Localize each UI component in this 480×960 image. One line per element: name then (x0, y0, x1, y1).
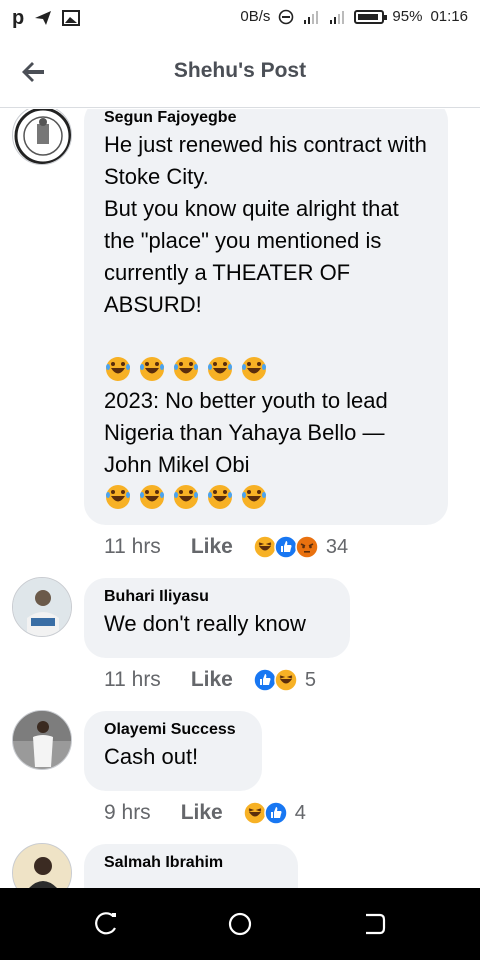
comment-author[interactable]: Segun Fajoyegbe (104, 109, 430, 127)
emoji-row (104, 481, 430, 513)
emblem-icon (14, 109, 71, 164)
avatar[interactable] (12, 843, 72, 888)
navigation-bar (0, 888, 480, 960)
laughing-emoji-icon (140, 485, 164, 509)
signal-1-icon (304, 10, 319, 24)
profile-photo-icon (13, 578, 71, 636)
comment-text: Cash out! (104, 744, 199, 769)
comment-bubble[interactable]: Olayemi Success Cash out! (84, 711, 262, 791)
comment-author[interactable]: Olayemi Success (104, 721, 244, 739)
battery-level: 95% (392, 8, 423, 25)
send-icon (35, 11, 52, 25)
profile-photo-icon (13, 711, 71, 769)
laughing-emoji-icon (174, 357, 198, 381)
laughing-emoji-icon (106, 485, 130, 509)
header: Shehu's Post (0, 36, 480, 108)
haha-reaction-icon (274, 668, 298, 692)
comment-text: 2023: No better youth to lead Nigeria th… (104, 388, 388, 477)
comment-meta: 11 hrs Like 34 (104, 535, 348, 559)
like-button[interactable]: Like (191, 668, 233, 692)
like-button[interactable]: Like (191, 535, 233, 559)
reactions[interactable] (253, 668, 298, 692)
p-app-icon: p (12, 7, 25, 29)
home-icon[interactable] (226, 910, 254, 938)
do-not-disturb-icon (279, 9, 294, 24)
comment-meta: 9 hrs Like 4 (104, 801, 306, 825)
laughing-emoji-icon (140, 357, 164, 381)
comment-author[interactable]: Buhari Iliyasu (104, 588, 332, 606)
recent-apps-icon[interactable] (93, 910, 121, 938)
comment-bubble[interactable]: Salmah Ibrahim (84, 844, 298, 888)
network-speed: 0B/s (240, 8, 271, 25)
comment-bubble[interactable]: Buhari Iliyasu We don't really know (84, 578, 350, 658)
laughing-emoji-icon (174, 485, 198, 509)
avatar[interactable] (12, 109, 72, 165)
comment-time[interactable]: 11 hrs (104, 535, 161, 559)
avatar[interactable] (12, 710, 72, 770)
reaction-count[interactable]: 34 (326, 536, 348, 559)
comment-bubble[interactable]: Segun Fajoyegbe He just renewed his cont… (84, 109, 448, 525)
laughing-emoji-icon (208, 357, 232, 381)
status-bar: p 0B/s 95% 01:16 (0, 0, 480, 36)
profile-photo-icon (13, 844, 71, 888)
comment-text: He just renewed his contract with Stoke … (104, 132, 427, 317)
battery-icon (354, 9, 388, 24)
reactions[interactable] (242, 801, 288, 825)
comment-author[interactable]: Salmah Ibrahim (104, 854, 280, 872)
angry-reaction-icon (295, 535, 319, 559)
reactions[interactable] (253, 535, 319, 559)
reaction-count[interactable]: 5 (305, 669, 316, 692)
image-icon (62, 10, 81, 26)
laughing-emoji-icon (242, 357, 266, 381)
status-right: 0B/s 95% 01:16 (240, 8, 468, 25)
like-button[interactable]: Like (181, 801, 223, 825)
laughing-emoji-icon (208, 485, 232, 509)
comment-time[interactable]: 9 hrs (104, 801, 151, 825)
reaction-count[interactable]: 4 (295, 802, 306, 825)
back-nav-icon[interactable] (360, 910, 388, 938)
clock: 01:16 (430, 8, 468, 25)
comment-time[interactable]: 11 hrs (104, 668, 161, 692)
emoji-row (104, 353, 430, 385)
status-left: p (12, 7, 81, 29)
signal-2-icon (330, 10, 345, 24)
comments-list[interactable]: Segun Fajoyegbe He just renewed his cont… (0, 109, 480, 888)
laughing-emoji-icon (242, 485, 266, 509)
like-reaction-icon (263, 801, 288, 825)
comment-meta: 11 hrs Like 5 (104, 668, 316, 692)
comment-text: We don't really know (104, 611, 306, 636)
page-title: Shehu's Post (173, 59, 307, 82)
avatar[interactable] (12, 577, 72, 637)
laughing-emoji-icon (106, 357, 130, 381)
